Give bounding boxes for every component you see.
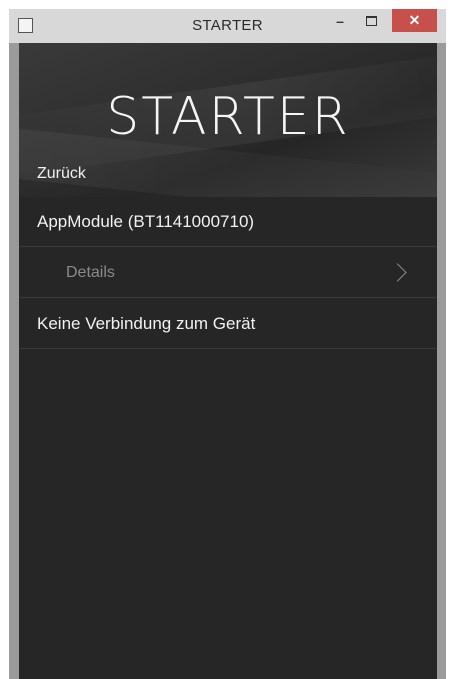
chevron-right-icon <box>388 263 407 282</box>
minimize-button[interactable]: – <box>327 9 353 32</box>
maximize-button[interactable] <box>357 9 385 32</box>
header-banner: STARTER Zurück <box>19 43 437 197</box>
title-bar[interactable]: STARTER – ✕ <box>9 9 446 43</box>
module-row: AppModule (BT1141000710) <box>19 197 437 247</box>
module-label: AppModule (BT1141000710) <box>37 212 255 231</box>
details-row[interactable]: Details <box>19 248 437 298</box>
back-button[interactable]: Zurück <box>37 165 86 183</box>
close-button[interactable]: ✕ <box>392 9 437 32</box>
details-label: Details <box>66 264 115 281</box>
maximize-icon <box>365 15 377 26</box>
banner-title: STARTER <box>106 87 350 147</box>
app-content: STARTER Zurück AppModule (BT1141000710) … <box>19 43 437 679</box>
connection-status-row: Keine Verbindung zum Gerät <box>19 299 437 349</box>
app-window: STARTER – ✕ STARTER Zurück AppModule (BT… <box>9 9 446 679</box>
connection-status-label: Keine Verbindung zum Gerät <box>37 314 256 333</box>
